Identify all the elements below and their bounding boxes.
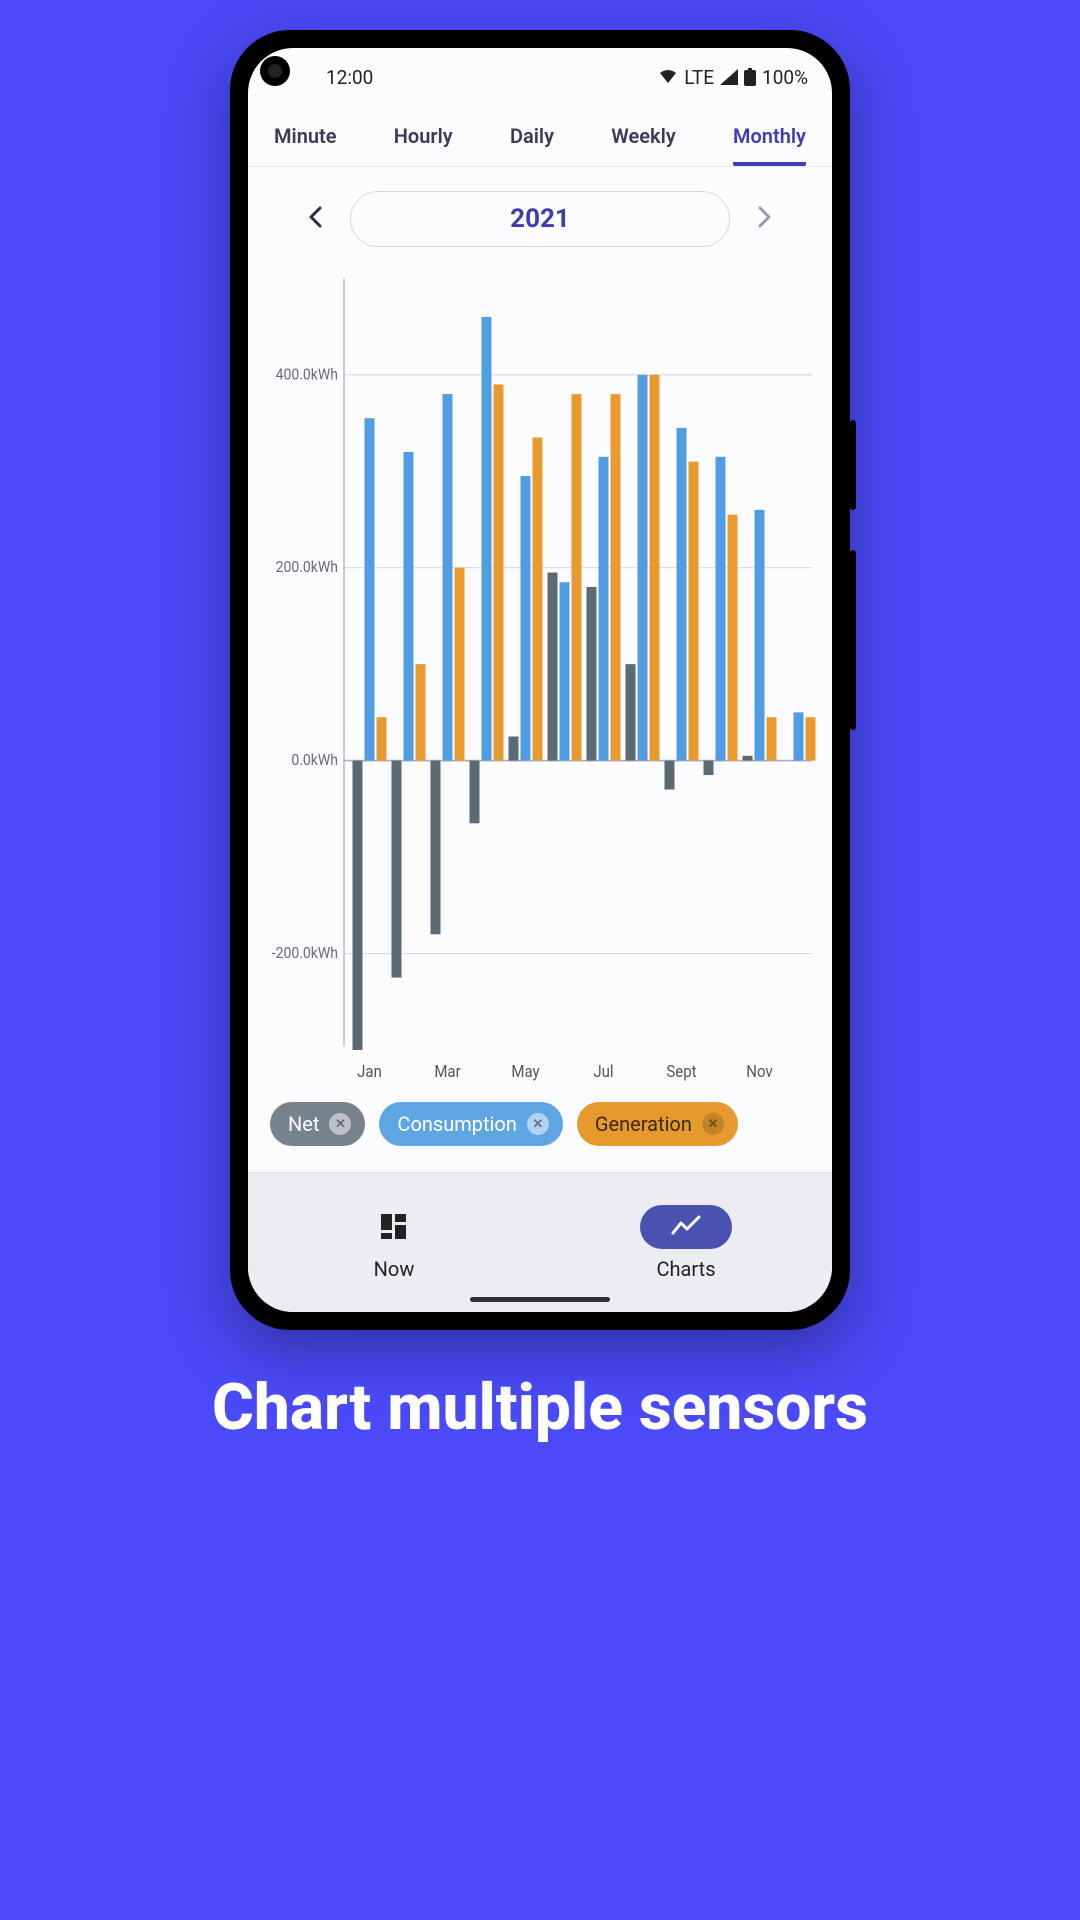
- wifi-icon: [658, 69, 678, 85]
- prev-year-button[interactable]: [302, 200, 328, 238]
- tab-minute[interactable]: Minute: [274, 124, 337, 166]
- year-selector[interactable]: 2021: [350, 191, 730, 247]
- chip-gen[interactable]: Generation ✕: [577, 1102, 738, 1146]
- status-time: 12:00: [326, 66, 373, 89]
- chip-label: Consumption: [397, 1112, 516, 1136]
- chip-net[interactable]: Net ✕: [270, 1102, 365, 1146]
- nav-now[interactable]: Now: [248, 1173, 540, 1312]
- signal-icon: [720, 69, 738, 85]
- tab-monthly[interactable]: Monthly: [733, 124, 806, 166]
- year-nav: 2021: [248, 167, 832, 257]
- chip-cons[interactable]: Consumption ✕: [379, 1102, 562, 1146]
- svg-text:400.0kWh: 400.0kWh: [276, 364, 338, 383]
- battery-icon: [744, 68, 756, 86]
- phone-frame: 12:00 LTE 100% Minute Hourly Daily Weekly Mo…: [230, 30, 850, 1330]
- next-year-button[interactable]: [752, 200, 778, 238]
- svg-text:May: May: [511, 1061, 540, 1081]
- svg-text:0.0kWh: 0.0kWh: [291, 750, 338, 769]
- status-battery: 100%: [762, 66, 808, 89]
- tab-weekly[interactable]: Weekly: [611, 124, 675, 166]
- front-camera: [260, 56, 290, 86]
- svg-text:Mar: Mar: [434, 1061, 461, 1081]
- status-network: LTE: [684, 66, 714, 89]
- svg-text:-200.0kWh: -200.0kWh: [272, 943, 338, 962]
- close-icon[interactable]: ✕: [702, 1113, 724, 1135]
- nav-now-label: Now: [374, 1257, 415, 1281]
- grid-icon: [366, 1205, 422, 1249]
- status-right: LTE 100%: [658, 66, 808, 89]
- year-label: 2021: [510, 204, 570, 234]
- chart-area: -200.0kWh 0.0kWh 200.0kWh 400.0kWh Jan Mar May…: [248, 257, 832, 1088]
- close-icon[interactable]: ✕: [329, 1113, 351, 1135]
- chip-label: Net: [288, 1112, 319, 1136]
- svg-text:Jul: Jul: [593, 1061, 613, 1081]
- marketing-caption: Chart multiple sensors: [212, 1370, 868, 1445]
- tab-hourly[interactable]: Hourly: [394, 124, 453, 166]
- chip-label: Generation: [595, 1112, 692, 1136]
- screen: 12:00 LTE 100% Minute Hourly Daily Weekly Mo…: [248, 48, 832, 1312]
- nav-charts[interactable]: Charts: [540, 1173, 832, 1312]
- range-tabs: Minute Hourly Daily Weekly Monthly: [248, 106, 832, 167]
- svg-text:Nov: Nov: [746, 1061, 773, 1081]
- svg-text:Sept: Sept: [666, 1061, 696, 1081]
- tab-daily[interactable]: Daily: [510, 124, 554, 166]
- svg-text:Jan: Jan: [357, 1061, 382, 1081]
- home-indicator[interactable]: [470, 1297, 610, 1302]
- bottom-nav: Now Charts: [248, 1172, 832, 1312]
- series-chips: Net ✕ Consumption ✕ Generation ✕: [248, 1088, 832, 1172]
- nav-charts-label: Charts: [656, 1257, 715, 1281]
- chevron-right-icon: [758, 206, 772, 228]
- close-icon[interactable]: ✕: [527, 1113, 549, 1135]
- chevron-left-icon: [308, 206, 322, 228]
- status-bar: 12:00 LTE 100%: [248, 48, 832, 106]
- energy-chart[interactable]: -200.0kWh 0.0kWh 200.0kWh 400.0kWh Jan Mar May…: [260, 267, 820, 1084]
- svg-text:200.0kWh: 200.0kWh: [276, 557, 338, 576]
- chart-line-icon: [640, 1205, 732, 1249]
